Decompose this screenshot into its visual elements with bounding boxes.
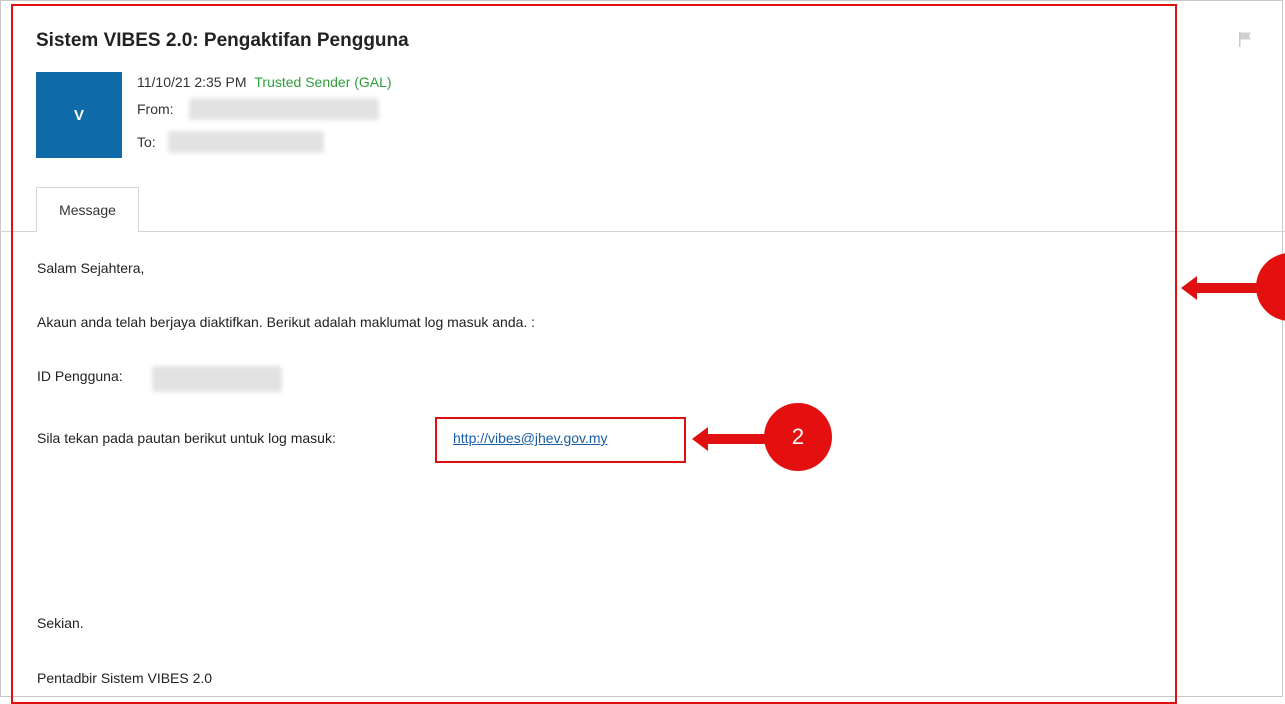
tab-message-label: Message [59, 202, 116, 218]
annotation-arrow-2 [692, 427, 772, 451]
annotation-arrow-1 [1181, 276, 1261, 300]
callout-2-number: 2 [791, 424, 805, 449]
flag-icon[interactable] [1238, 31, 1252, 47]
annotation-frame-1 [11, 4, 1177, 704]
annotation-callout-2: 2 [764, 403, 832, 471]
annotation-box-2 [435, 417, 686, 463]
tab-message[interactable]: Message [36, 187, 139, 232]
